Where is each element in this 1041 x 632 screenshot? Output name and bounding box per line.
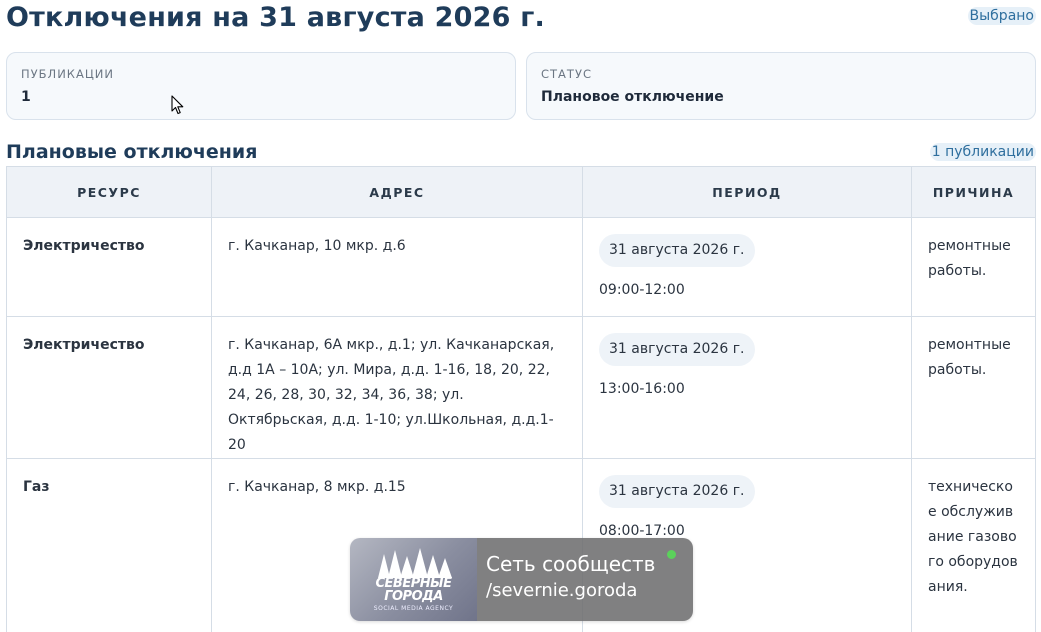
pine-trees-icon xyxy=(378,548,452,578)
date-pill: 31 августа 2026 г. xyxy=(599,234,755,267)
overlay-title: Сеть сообществ xyxy=(486,552,656,576)
community-overlay[interactable]: СЕВЕРНЫЕ ГОРОДА SOCIAL MEDIA AGENCY Сеть… xyxy=(350,538,693,621)
publications-count-badge: 1 публикации xyxy=(929,143,1036,161)
cell-address: г. Качканар, 6А мкр., д.1; ул. Качканарс… xyxy=(211,316,583,459)
time-range: 09:00-12:00 xyxy=(599,282,685,298)
column-header-period: ПЕРИОД xyxy=(582,166,912,218)
selected-badge[interactable]: Выбрано xyxy=(967,7,1036,25)
date-pill: 31 августа 2026 г. xyxy=(599,475,755,508)
column-header-address: АДРЕС xyxy=(211,166,583,218)
table-row: Электричество г. Качканар, 10 мкр. д.6 3… xyxy=(6,217,1036,317)
table-row: Электричество г. Качканар, 6А мкр., д.1;… xyxy=(6,316,1036,459)
publications-label: ПУБЛИКАЦИИ xyxy=(21,67,114,81)
severnye-goroda-logo: СЕВЕРНЫЕ ГОРОДА SOCIAL MEDIA AGENCY xyxy=(350,538,477,621)
column-header-reason: ПРИЧИНА xyxy=(911,166,1036,218)
cell-resource: Электричество xyxy=(6,316,212,459)
logo-wordmark: СЕВЕРНЫЕ ГОРОДА xyxy=(375,576,452,604)
publications-card: ПУБЛИКАЦИИ 1 xyxy=(6,52,516,120)
column-header-resource: РЕСУРС xyxy=(6,166,212,218)
cell-period: 31 августа 2026 г. 13:00-16:00 xyxy=(582,316,912,459)
overlay-caption: Сеть сообществ /severnie.goroda xyxy=(477,538,693,621)
time-range: 13:00-16:00 xyxy=(599,381,685,397)
cell-reason: ремонтные работы. xyxy=(911,217,1036,317)
status-value: Плановое отключение xyxy=(541,89,724,105)
cell-resource: Электричество xyxy=(6,217,212,317)
section-title: Плановые отключения xyxy=(6,141,258,163)
mouse-cursor-icon xyxy=(171,95,184,115)
logo-subtitle: SOCIAL MEDIA AGENCY xyxy=(373,605,454,612)
overlay-handle: /severnie.goroda xyxy=(486,580,638,601)
page: Отключения на 31 августа 2026 г. Выбрано… xyxy=(0,0,1041,632)
status-label: СТАТУС xyxy=(541,67,592,81)
page-title: Отключения на 31 августа 2026 г. xyxy=(6,2,545,33)
cell-period: 31 августа 2026 г. 09:00-12:00 xyxy=(582,217,912,317)
publications-value: 1 xyxy=(21,89,31,105)
cell-reason: ремонтные работы. xyxy=(911,316,1036,459)
date-pill: 31 августа 2026 г. xyxy=(599,333,755,366)
status-card: СТАТУС Плановое отключение xyxy=(526,52,1036,120)
cell-address: г. Качканар, 10 мкр. д.6 xyxy=(211,217,583,317)
online-status-dot xyxy=(667,550,676,559)
cell-resource: Газ xyxy=(6,458,212,632)
table-header-row: РЕСУРС АДРЕС ПЕРИОД ПРИЧИНА xyxy=(6,166,1036,218)
cell-reason: техническое обслуживание газового оборуд… xyxy=(911,458,1036,632)
